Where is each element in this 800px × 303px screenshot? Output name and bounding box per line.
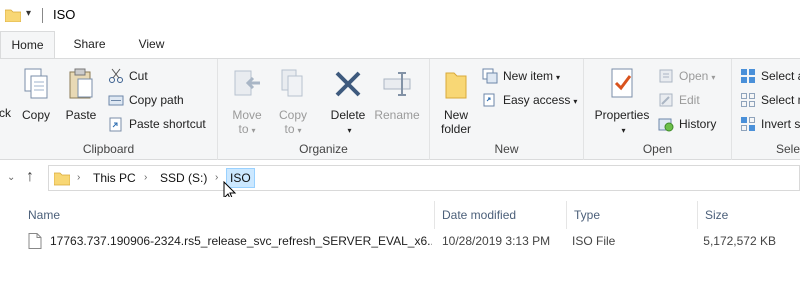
file-size: 5,172,572 KB: [703, 234, 776, 248]
pin-to-quick-access-button[interactable]: ck: [0, 106, 12, 120]
breadcrumb-separator-icon[interactable]: ›: [77, 172, 80, 183]
tab-view[interactable]: View: [124, 31, 179, 58]
column-divider[interactable]: [434, 201, 435, 229]
invert-selection-icon: [740, 116, 756, 138]
tab-share[interactable]: Share: [62, 31, 117, 58]
properties-check-icon: [590, 67, 654, 104]
copy-path-icon: [108, 92, 124, 114]
properties-button[interactable]: Properties ▾: [590, 67, 654, 138]
delete-x-icon: [326, 67, 370, 104]
move-to-button[interactable]: Move to ▾: [228, 67, 266, 138]
clipboard-group: ck Copy Paste Cut Copy path Paste shortc…: [0, 59, 218, 160]
folder-icon: [53, 170, 71, 189]
clipboard-group-label: Clipboard: [82, 142, 135, 156]
rename-button[interactable]: Rename: [372, 67, 422, 122]
new-folder-icon: [434, 67, 478, 104]
file-name: 17763.737.190906-2324.rs5_release_svc_re…: [50, 234, 432, 248]
paste-shortcut-icon: [108, 116, 124, 138]
table-row[interactable]: 17763.737.190906-2324.rs5_release_svc_re…: [22, 230, 800, 252]
select-group: Select a Select n Invert s Sele: [732, 59, 800, 160]
rename-icon: [372, 67, 422, 104]
file-type: ISO File: [572, 234, 616, 248]
open-group: Properties ▾ Open ▾ Edit History Open: [584, 59, 732, 160]
folder-icon: [4, 8, 22, 25]
title-separator: [42, 8, 43, 23]
move-to-icon: [228, 67, 266, 104]
new-item-icon: [482, 68, 498, 90]
open-group-label: Open: [642, 142, 673, 156]
window-title: ISO: [53, 7, 76, 22]
easy-access-icon: [482, 92, 498, 114]
open-icon: [658, 68, 674, 90]
recent-locations-chevron-icon[interactable]: ⌄: [7, 172, 15, 183]
copy-icon: [18, 67, 54, 104]
edit-icon: [658, 92, 674, 114]
column-header-name[interactable]: Name: [22, 203, 432, 227]
address-bar[interactable]: › This PC › SSD (S:) › ISO: [48, 165, 800, 191]
tab-home[interactable]: Home: [0, 31, 55, 59]
column-header-type[interactable]: Type: [568, 203, 696, 227]
column-divider[interactable]: [566, 201, 567, 229]
column-divider[interactable]: [697, 201, 698, 229]
navigation-bar: ⌄ ↑ › This PC › SSD (S:) › ISO: [0, 160, 800, 197]
new-group: New folder New item ▾ Easy access ▾ New: [430, 59, 584, 160]
file-date: 10/28/2019 3:13 PM: [442, 234, 551, 248]
file-list: Name Date modified Type Size 17763.737.1…: [0, 197, 800, 303]
organize-group: Move to ▾ Copy to ▾ Delete ▾ Rename Organize: [218, 59, 430, 160]
history-icon: [658, 116, 674, 138]
copy-to-button[interactable]: Copy to ▾: [274, 67, 312, 138]
new-folder-button[interactable]: New folder: [434, 67, 478, 136]
select-none-icon: [740, 92, 756, 114]
copy-button[interactable]: Copy: [18, 67, 54, 122]
delete-button[interactable]: Delete ▾: [326, 67, 370, 138]
new-group-label: New: [494, 142, 519, 156]
breadcrumb-separator-icon[interactable]: ›: [215, 172, 218, 183]
title-bar: ▾ ISO: [0, 0, 800, 31]
select-group-label: Sele: [776, 142, 800, 156]
select-all-icon: [740, 68, 756, 90]
clipboard-icon: [62, 67, 100, 104]
ribbon-tabs: Home Share View: [0, 31, 800, 59]
breadcrumb-this-pc[interactable]: This PC: [93, 171, 136, 185]
paste-button[interactable]: Paste: [62, 67, 100, 122]
copy-to-icon: [274, 67, 312, 104]
column-header-size[interactable]: Size: [699, 203, 799, 227]
up-arrow-icon[interactable]: ↑: [26, 168, 34, 186]
breadcrumb-ssd[interactable]: SSD (S:): [160, 171, 207, 185]
organize-group-label: Organize: [299, 142, 348, 156]
iso-file-icon: [28, 233, 42, 252]
column-header-date[interactable]: Date modified: [436, 203, 564, 227]
ribbon: ck Copy Paste Cut Copy path Paste shortc…: [0, 58, 800, 160]
breadcrumb-separator-icon[interactable]: ›: [144, 172, 147, 183]
scissors-icon: [108, 68, 124, 90]
quick-access-dropdown-icon[interactable]: ▾: [26, 8, 31, 19]
